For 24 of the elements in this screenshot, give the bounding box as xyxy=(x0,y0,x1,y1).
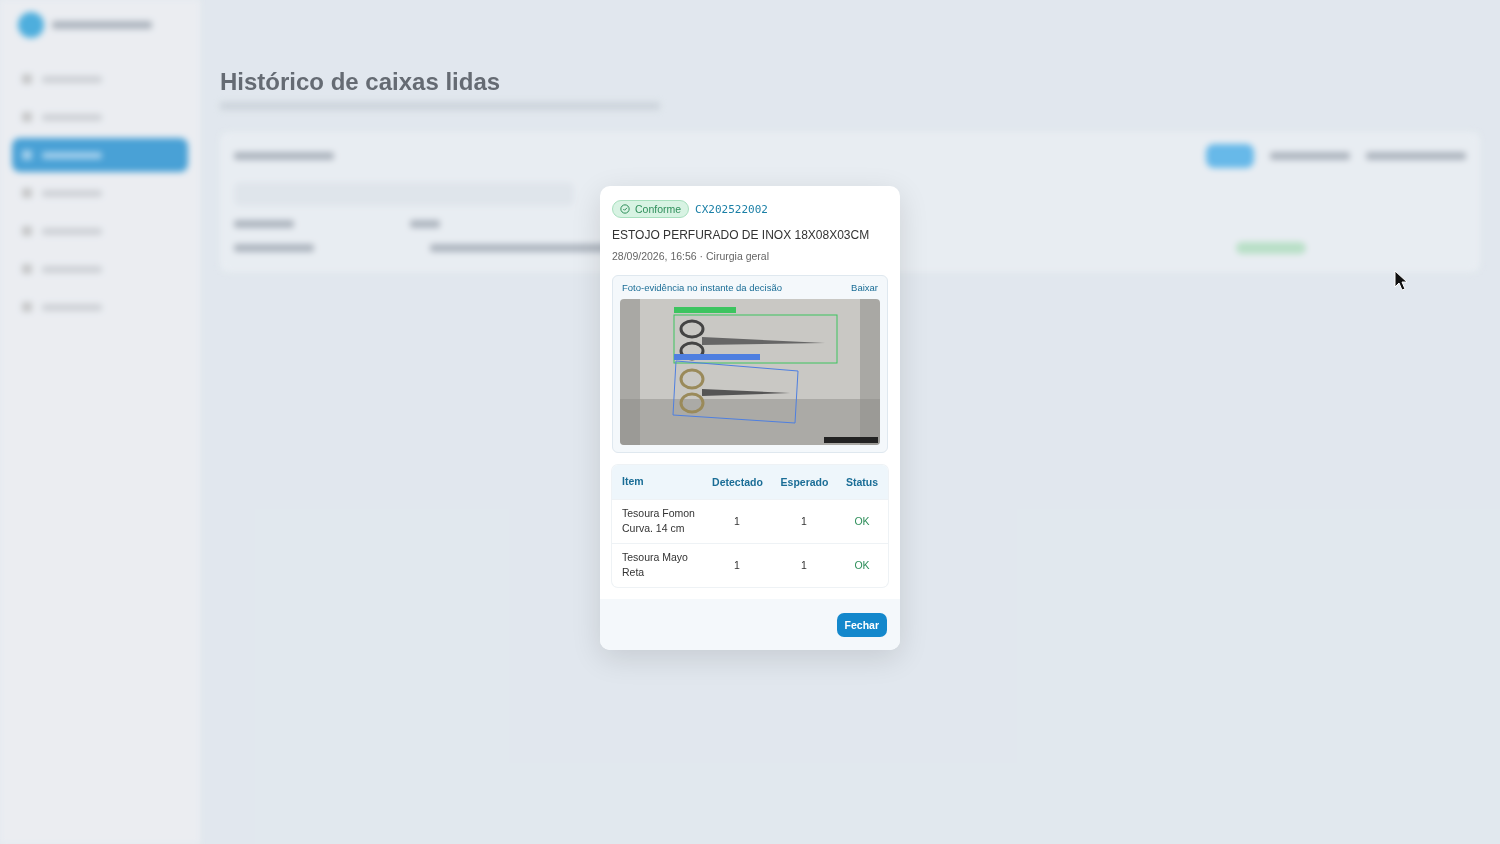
column-header: Item xyxy=(621,474,645,489)
table-cell-text: OK xyxy=(853,559,871,571)
close-button[interactable]: Fechar xyxy=(836,612,887,637)
sidebar-item[interactable] xyxy=(12,138,188,172)
download-link[interactable]: Baixar xyxy=(851,282,878,293)
table-cell-text: 1 xyxy=(733,515,741,527)
column-header: Detectado xyxy=(711,475,764,488)
table-cell-text: Tesoura Mayo Reta xyxy=(621,549,689,580)
column-header: Esperado xyxy=(779,475,830,488)
check-circle-icon xyxy=(620,204,630,214)
column-header: Status xyxy=(844,475,880,488)
cursor-icon xyxy=(1394,270,1408,292)
box-title: ESTOJO PERFURADO DE INOX 18X08X03CM xyxy=(612,228,871,242)
page-title: Histórico de caixas lidas xyxy=(220,68,502,96)
status-badge: Conforme xyxy=(612,200,690,218)
box-code: CX202522002 xyxy=(695,202,768,216)
table-cell-text: 1 xyxy=(800,559,808,571)
logo-icon xyxy=(18,12,44,38)
table-cell-text: 1 xyxy=(800,515,808,527)
table-cell-text: OK xyxy=(853,515,871,527)
table-cell-text: Tesoura Fomon Curva. 14 cm xyxy=(621,505,696,536)
table-cell-text: 1 xyxy=(733,559,741,571)
box-meta: 28/09/2026, 16:56 · Cirurgia geral xyxy=(612,250,771,262)
evidence-label: Foto-evidência no instante da decisão xyxy=(622,282,783,293)
